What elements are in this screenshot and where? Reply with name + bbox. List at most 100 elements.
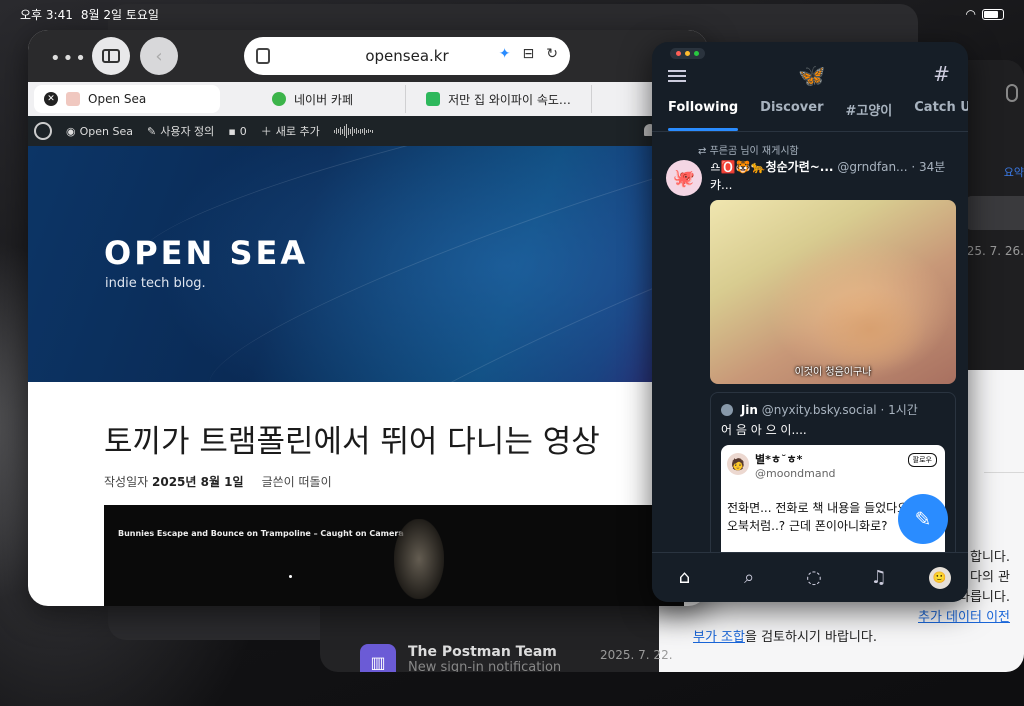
site-title[interactable]: OPEN SEA: [104, 234, 308, 272]
sparkline-bar: [351, 126, 353, 136]
search-icon[interactable]: ⌕: [734, 567, 764, 588]
bluesky-logo-icon[interactable]: 🦋: [798, 64, 825, 89]
tab-cat[interactable]: #고양이: [845, 100, 892, 131]
quote-handle: @nyxity.bsky.social: [761, 403, 877, 417]
mail-list-item[interactable]: ▥ The Postman Team New sign-in notificat…: [360, 644, 673, 672]
address-bar[interactable]: opensea.kr ✦ ⊟ ↻: [244, 37, 570, 75]
avatar: [721, 404, 733, 416]
tab-discover[interactable]: Discover: [760, 100, 823, 131]
post-meta: 작성일자 2025년 8월 1일 글쓴이 떠돌이: [104, 473, 332, 490]
search-field-edge[interactable]: [964, 196, 1024, 230]
status-date: 8월 2일 토요일: [80, 7, 159, 22]
wp-new-label: 새로 추가: [275, 125, 320, 138]
dashboard-icon: ◉: [66, 124, 76, 138]
tab-title: 저만 집 와이파이 속도…: [448, 92, 571, 107]
sparkline-bar: [353, 129, 355, 133]
sparkline-bar: [357, 129, 359, 133]
safari-window[interactable]: ••• ‹ opensea.kr ✦ ⊟ ↻ ✕ Open Sea 네이버 카페: [28, 30, 708, 606]
menu-icon[interactable]: [668, 70, 686, 82]
sparkline-bar: [335, 128, 337, 134]
pencil-icon: ✎: [914, 507, 932, 531]
avatar[interactable]: 🐙: [666, 160, 702, 196]
sparkline-bar: [339, 127, 341, 135]
avatar: 🧑: [727, 453, 749, 475]
tab-open-sea[interactable]: ✕ Open Sea: [34, 85, 220, 113]
favicon-icon: [426, 92, 441, 106]
more-icon[interactable]: •••: [50, 48, 88, 69]
author-handle: @grndfan...: [837, 160, 908, 174]
sparkline-bar: [365, 129, 367, 133]
wp-admin-bar: ◉ Open Sea ✎ 사용자 정의 ▪ 0 ＋ 새로 추가 인: [28, 116, 708, 146]
sidebar-button[interactable]: [92, 37, 130, 75]
profile-avatar[interactable]: 🙂: [928, 566, 951, 589]
page-menu-icon[interactable]: [256, 48, 270, 64]
wp-comments-link[interactable]: ▪ 0: [228, 125, 246, 138]
translate-icon[interactable]: ✦: [499, 46, 511, 62]
tab-naver-cafe[interactable]: 네이버 카페: [220, 85, 406, 113]
status-bar: 오후 3:41 8월 2일 토요일 ◠: [0, 0, 1024, 28]
summary-link[interactable]: 요약: [1004, 164, 1024, 180]
favicon-icon: [66, 92, 80, 106]
favicon-icon: [271, 92, 286, 106]
mail-date: 25. 7. 26.: [966, 244, 1024, 258]
post-text: 캬...: [710, 178, 733, 192]
video-title[interactable]: Bunnies Escape and Bounce on Trampoline …: [118, 529, 404, 538]
sparkline-bar: [361, 129, 363, 133]
wp-comments-count: 0: [239, 124, 247, 138]
mail-date: 2025. 7. 22.: [600, 648, 673, 662]
bluesky-window[interactable]: 🦋 # Following Discover #고양이 Catch Up ⇄ 푸…: [652, 42, 968, 602]
sparkline-bar: [349, 128, 351, 134]
sidebar-icon: [102, 49, 120, 63]
mic-icon[interactable]: [1006, 84, 1018, 102]
safari-toolbar: ••• ‹ opensea.kr ✦ ⊟ ↻: [28, 30, 708, 82]
quote-time: · 1시간: [880, 403, 918, 417]
compose-button[interactable]: ✎: [898, 494, 948, 544]
wp-site-link[interactable]: ◉ Open Sea: [66, 125, 133, 138]
quote-author-line: Jin @nyxity.bsky.social · 1시간: [721, 401, 918, 418]
hashtag-icon[interactable]: #: [933, 62, 950, 86]
video-frame: [289, 575, 292, 578]
sparkline-bar: [343, 126, 345, 136]
wp-customize-link[interactable]: ✎ 사용자 정의: [147, 123, 214, 139]
sparkline-bar: [355, 128, 357, 134]
mail-link[interactable]: 부가 조합: [693, 630, 745, 645]
bell-icon[interactable]: ♫: [864, 567, 894, 588]
chat-icon[interactable]: ◌: [799, 567, 829, 588]
mail-line: 을 검토하시기 바랍니다.: [744, 630, 877, 645]
wp-site-label: Open Sea: [79, 124, 133, 138]
battery-icon: [982, 8, 1004, 20]
site-header: OPEN SEA indie tech blog.: [28, 146, 708, 382]
plus-icon: ＋: [260, 125, 272, 138]
post-author[interactable]: 글쓴이 떠돌이: [262, 473, 332, 490]
sparkline-bar: [345, 124, 347, 138]
reload-icon[interactable]: ↻: [546, 46, 558, 62]
mail-link[interactable]: 추가 데이터 이전: [918, 610, 1010, 625]
mail-subject: New sign-in notification: [408, 660, 562, 672]
quote-text: 어 음 아 으 이....: [721, 423, 807, 437]
brush-icon: ✎: [146, 124, 157, 138]
back-button[interactable]: ‹: [140, 37, 178, 75]
video-embed[interactable]: Bunnies Escape and Bounce on Trampoline …: [104, 505, 684, 606]
post-date[interactable]: 2025년 8월 1일: [152, 475, 244, 489]
inner-handle: @moondmand: [755, 467, 836, 480]
wifi-icon: ◠: [965, 7, 976, 21]
post-image[interactable]: 이것이 청음이구나: [710, 200, 956, 384]
reader-icon[interactable]: ⊟: [523, 46, 535, 62]
tab-following[interactable]: Following: [668, 100, 739, 131]
author-name: ♎🅾️🐯🐆청순가련~...: [710, 160, 834, 174]
follow-badge: 팔로우: [907, 453, 937, 467]
wp-new-link[interactable]: ＋ 새로 추가: [261, 123, 320, 139]
tab-wifi[interactable]: 저만 집 와이파이 속도…: [406, 85, 592, 113]
sparkline-bar: [363, 127, 365, 135]
tab-catch-up[interactable]: Catch Up: [914, 100, 968, 131]
repost-indicator[interactable]: ⇄ 푸른곰 님이 재게시함: [698, 142, 799, 157]
post-author-line[interactable]: ♎🅾️🐯🐆청순가련~... @grndfan... · 34분: [710, 158, 960, 175]
wordpress-icon[interactable]: [34, 122, 52, 140]
sparkline-bar: [347, 127, 349, 135]
sparkline-bar: [337, 129, 339, 133]
stats-sparkline[interactable]: [333, 122, 373, 140]
home-icon[interactable]: ⌂: [669, 567, 699, 588]
sparkline-bar: [367, 129, 369, 133]
wp-customize-label: 사용자 정의: [160, 125, 215, 138]
close-icon[interactable]: ✕: [44, 92, 58, 106]
